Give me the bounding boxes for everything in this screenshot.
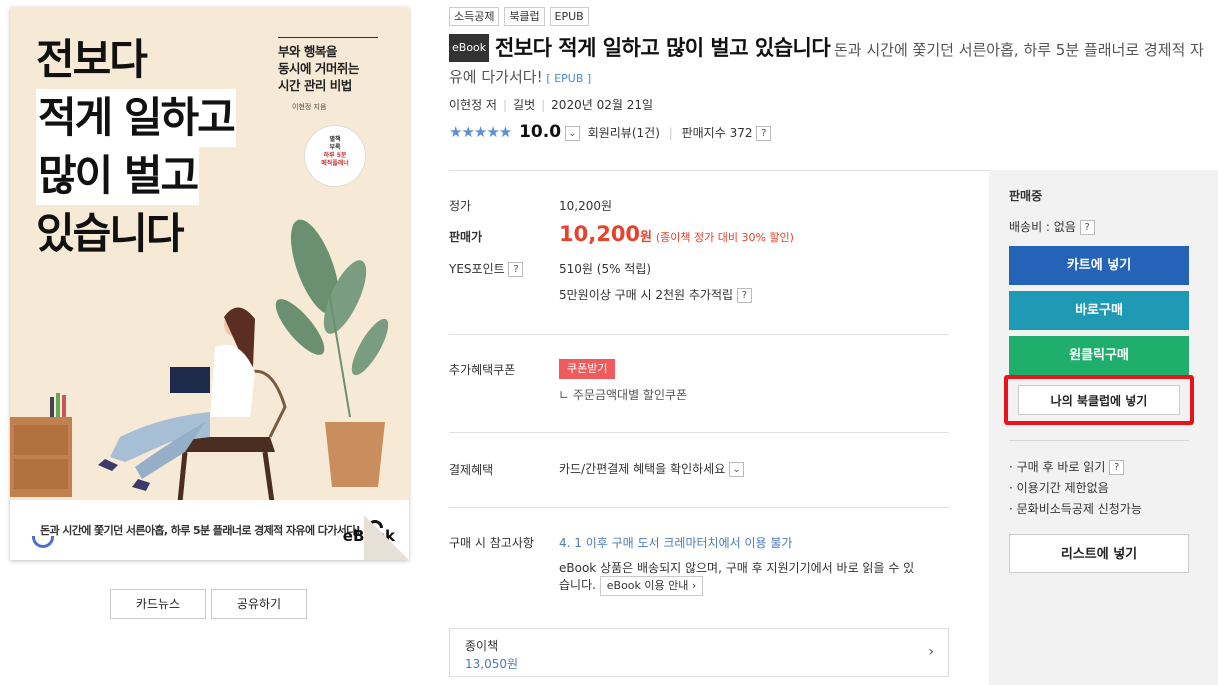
notes-link[interactable]: 4. 1 이후 구매 도서 크레마터치에서 이용 불가: [559, 534, 792, 551]
cover-illustration: [10, 219, 389, 503]
share-button[interactable]: 공유하기: [211, 589, 307, 619]
notes-label: 구매 시 참고사항: [449, 536, 534, 550]
sales-index: 판매지수 372: [681, 126, 753, 140]
title-main: 전보다 적게 일하고 많이 벌고 있습니다: [494, 36, 831, 60]
member-reviews-link[interactable]: 회원리뷰(1건): [588, 126, 660, 140]
help-icon[interactable]: ?: [1079, 220, 1095, 235]
sale-note: (종이책 정가 대비 30% 할인): [655, 231, 794, 244]
rating-score: 10.0: [519, 122, 562, 142]
points-extra: 5만원이상 구매 시 2천원 추가적립 ?: [559, 286, 752, 303]
purchase-panel: 판매중 배송비 : 없음 ? 카트에 넣기 바로구매 원클릭구매 나의 북클럽에…: [989, 170, 1218, 685]
tag-epub[interactable]: EPUB: [549, 7, 589, 26]
paper-book-link[interactable]: 종이책 13,050원 ›: [449, 628, 949, 677]
cover-bonus-badge: 별책 부록 하루 5분 메직플래너: [304, 125, 366, 187]
ebook-guide-button[interactable]: eBook 이용 안내 ›: [599, 576, 704, 596]
product-title: eBook 전보다 적게 일하고 많이 벌고 있습니다 돈과 시간에 쫓기던 서…: [449, 34, 1209, 92]
cover-band-text: 돈과 시간에 쫓기던 서른아홉, 하루 5분 플래너로 경제적 자유에 다가서다…: [40, 524, 361, 537]
cover-subtitle: 부와 행복을 동시에 거머쥐는 시간 관리 비법: [278, 44, 359, 93]
notes-text: eBook 상품은 배송되지 않으며, 구매 후 지원기기에서 바로 읽을 수 …: [559, 560, 949, 596]
sale-status: 판매중: [1009, 189, 1043, 203]
points-label: YES포인트 ?: [449, 260, 524, 277]
get-coupon-button[interactable]: 쿠폰받기: [559, 359, 616, 379]
coupon-desc: ∟ 주문금액대별 할인쿠폰: [559, 388, 688, 402]
payment-value[interactable]: 카드/간편결제 혜택을 확인하세요 ⌄: [559, 460, 745, 477]
card-news-button[interactable]: 카드뉴스: [110, 589, 206, 619]
author-link[interactable]: 이현정 저: [449, 98, 497, 112]
paper-price: 13,050원: [465, 657, 519, 671]
book-cover: 전보다 적게 일하고 많이 벌고 있습니다 부와 행복을 동시에 거머쥐는 시간…: [10, 7, 409, 560]
rating-row: ★★★★★ 10.0 ⌄ 회원리뷰(1건) | 판매지수 372 ?: [449, 122, 772, 142]
publish-date: 2020년 02월 21일: [551, 98, 653, 112]
chevron-right-icon: ›: [928, 644, 934, 660]
title-format: [ EPUB ]: [546, 72, 592, 85]
shipping-info: 배송비 : 없음 ?: [1009, 218, 1095, 235]
add-to-list-button[interactable]: 리스트에 넣기: [1009, 534, 1189, 573]
help-icon[interactable]: ?: [756, 126, 772, 141]
add-to-cart-button[interactable]: 카트에 넣기: [1009, 246, 1189, 285]
sale-price: 10,200원 (종이책 정가 대비 30% 할인): [559, 222, 794, 246]
points-value: 510원 (5% 적립): [559, 262, 652, 276]
cover-author: 이현정 지음: [292, 103, 327, 111]
tag-list: 소득공제 북클럽 EPUB: [449, 7, 590, 26]
chevron-down-icon[interactable]: ⌄: [729, 462, 745, 477]
list-price-value: 10,200원: [559, 199, 613, 213]
star-rating-icon: ★★★★★: [449, 123, 512, 141]
book-meta: 이현정 저 | 길벗 | 2020년 02월 21일: [449, 98, 653, 112]
help-icon[interactable]: ?: [508, 262, 524, 277]
bookclub-highlight: 나의 북클럽에 넣기: [1004, 375, 1194, 425]
paper-label: 종이책: [465, 639, 499, 653]
add-to-bookclub-button[interactable]: 나의 북클럽에 넣기: [1018, 385, 1180, 415]
coupon-label: 추가혜택쿠폰: [449, 363, 516, 377]
list-price-label: 정가: [449, 199, 472, 213]
one-click-buy-button[interactable]: 원클릭구매: [1009, 336, 1189, 375]
buy-now-button[interactable]: 바로구매: [1009, 291, 1189, 330]
help-icon[interactable]: ?: [736, 288, 752, 303]
chevron-down-icon[interactable]: ⌄: [564, 126, 580, 141]
help-icon[interactable]: ?: [1109, 460, 1125, 475]
tag-income-deduction[interactable]: 소득공제: [449, 7, 500, 26]
tag-bookclub[interactable]: 북클럽: [504, 7, 545, 26]
ebook-badge: eBook: [449, 34, 490, 62]
sale-price-label: 판매가: [449, 230, 483, 244]
publisher-link[interactable]: 길벗: [513, 98, 535, 112]
payment-label: 결제혜택: [449, 463, 494, 477]
ebook-benefits: · 구매 후 바로 읽기 ? · 이용기간 제한없음 · 문화비소득공제 신청가…: [1009, 460, 1142, 516]
